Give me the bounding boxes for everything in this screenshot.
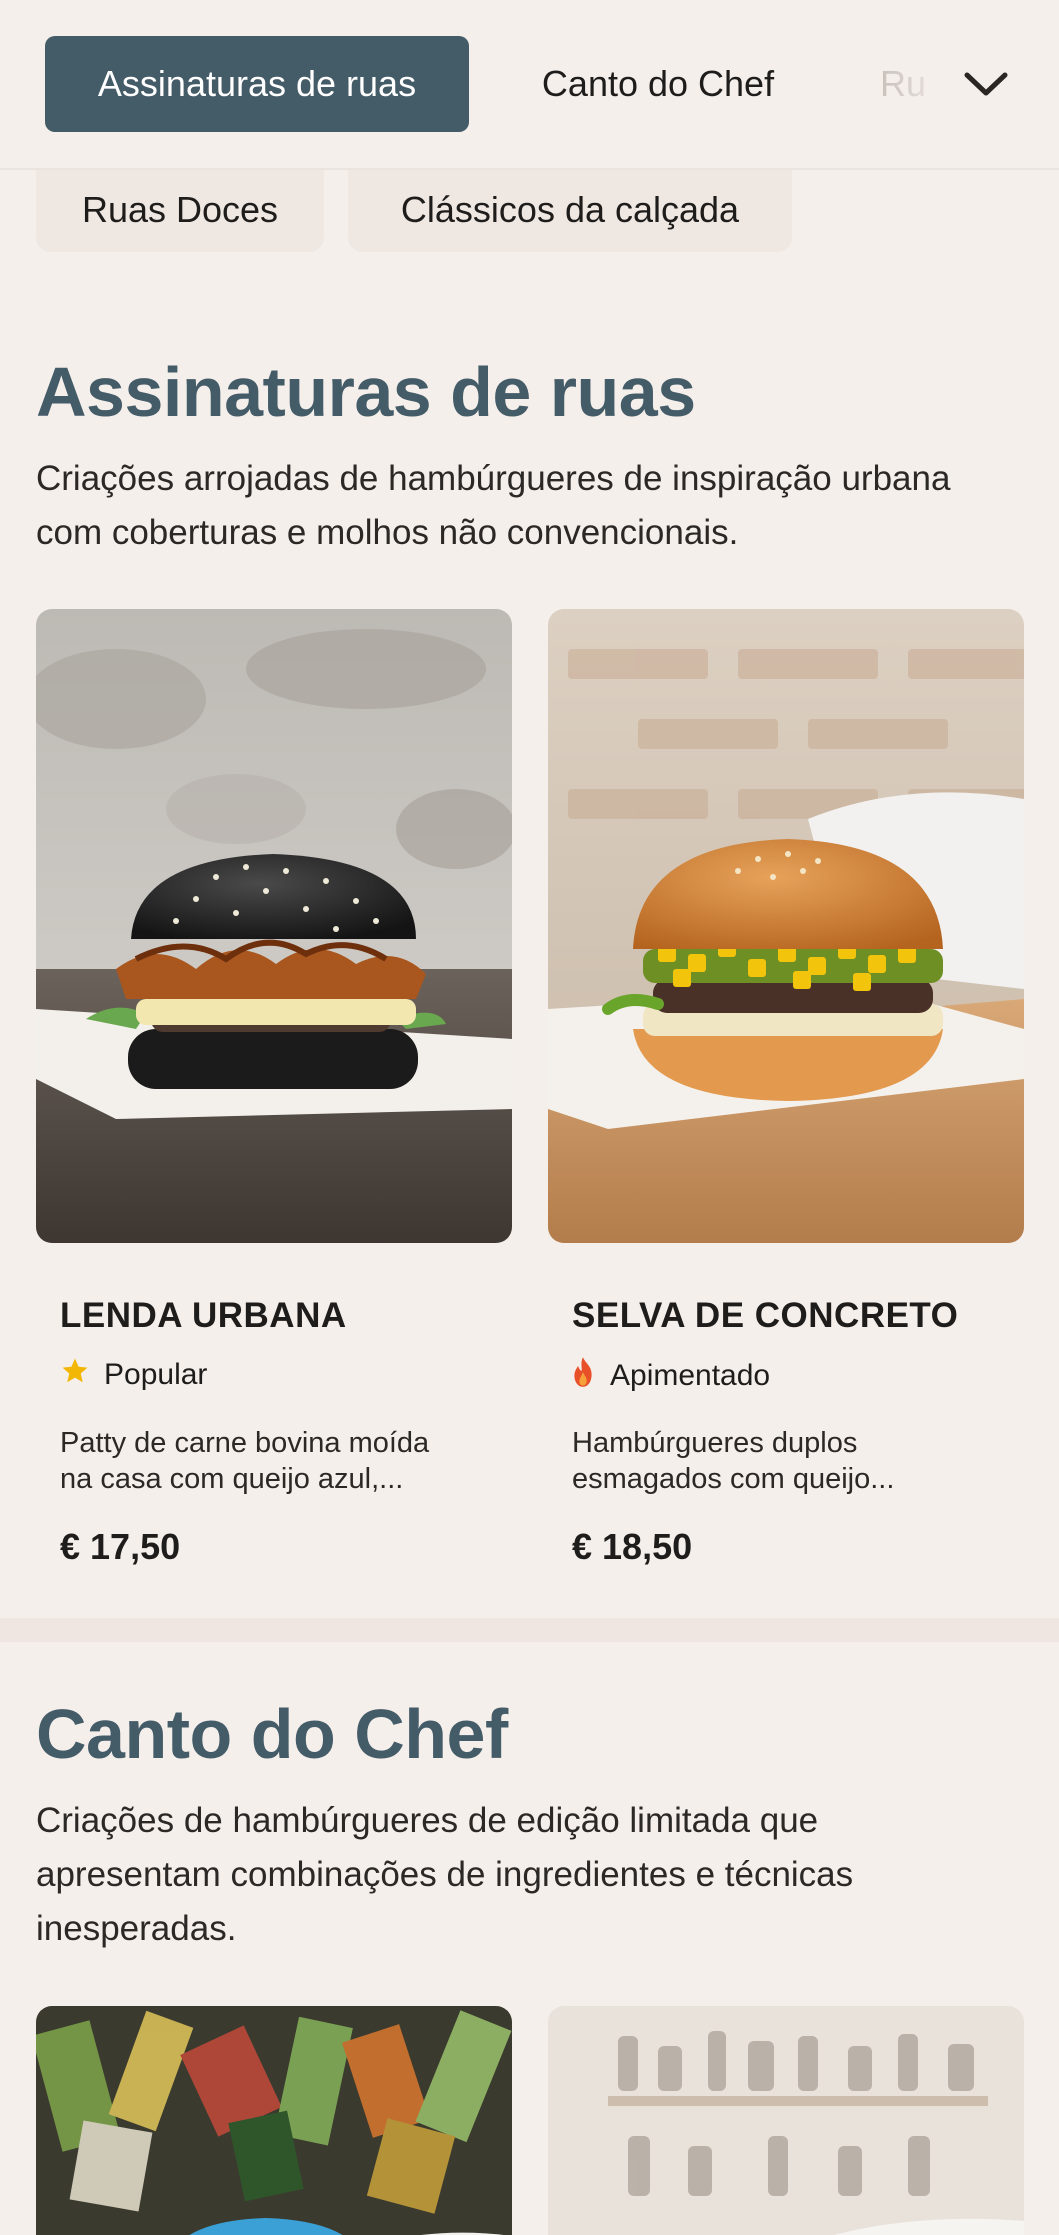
section-description-line: Criações de hambúrgueres de edição limit…	[36, 1801, 819, 1840]
section-title: Canto do Chef	[36, 1695, 508, 1773]
section-description-line: apresentam combinações de ingredientes e…	[36, 1855, 854, 1894]
item-name: LENDA URBANA	[60, 1296, 347, 1335]
flame-icon	[570, 1356, 596, 1396]
item-description: Patty de carne bovina moída na casa com …	[60, 1425, 480, 1497]
star-icon	[60, 1356, 90, 1394]
item-description-line: Hambúrgueres duplos	[572, 1427, 858, 1459]
tab-assinaturas-de-ruas[interactable]: Assinaturas de ruas	[45, 36, 469, 132]
chevron-down-icon[interactable]	[958, 60, 1014, 108]
burger-image-chef-2[interactable]	[548, 2006, 1024, 2235]
section-title: Assinaturas de ruas	[36, 353, 696, 431]
section-description: Criações de hambúrgueres de edição limit…	[36, 1794, 1036, 1956]
chip-classicos-da-calcada[interactable]: Clássicos da calçada	[348, 168, 792, 252]
burger-image-lenda-urbana[interactable]	[36, 609, 512, 1243]
category-nav: Assinaturas de ruas Canto do Chef Ru	[0, 0, 1059, 170]
item-name: SELVA DE CONCRETO	[572, 1296, 959, 1335]
burger-image-chef-1[interactable]	[36, 2006, 512, 2235]
item-badge-spicy: Apimentado	[570, 1356, 770, 1396]
section-description-line: inesperadas.	[36, 1909, 237, 1948]
section-description: Criações arrojadas de hambúrgueres de in…	[36, 459, 951, 552]
chip-ruas-doces[interactable]: Ruas Doces	[36, 168, 324, 252]
tab-canto-do-chef[interactable]: Canto do Chef	[508, 36, 808, 132]
item-description-line: esmagados com queijo...	[572, 1463, 895, 1495]
item-price: € 18,50	[572, 1526, 693, 1567]
badge-label: Apimentado	[610, 1359, 771, 1392]
item-badge-popular: Popular	[60, 1356, 207, 1394]
badge-label: Popular	[104, 1358, 208, 1391]
item-description-line: na casa com queijo azul,...	[60, 1463, 404, 1495]
item-description-line: Patty de carne bovina moída	[60, 1427, 430, 1459]
burger-image-selva-de-concreto[interactable]	[548, 609, 1024, 1243]
item-price: € 17,50	[60, 1526, 181, 1567]
item-description: Hambúrgueres duplos esmagados com queijo…	[572, 1425, 992, 1497]
section-divider	[0, 1618, 1059, 1642]
